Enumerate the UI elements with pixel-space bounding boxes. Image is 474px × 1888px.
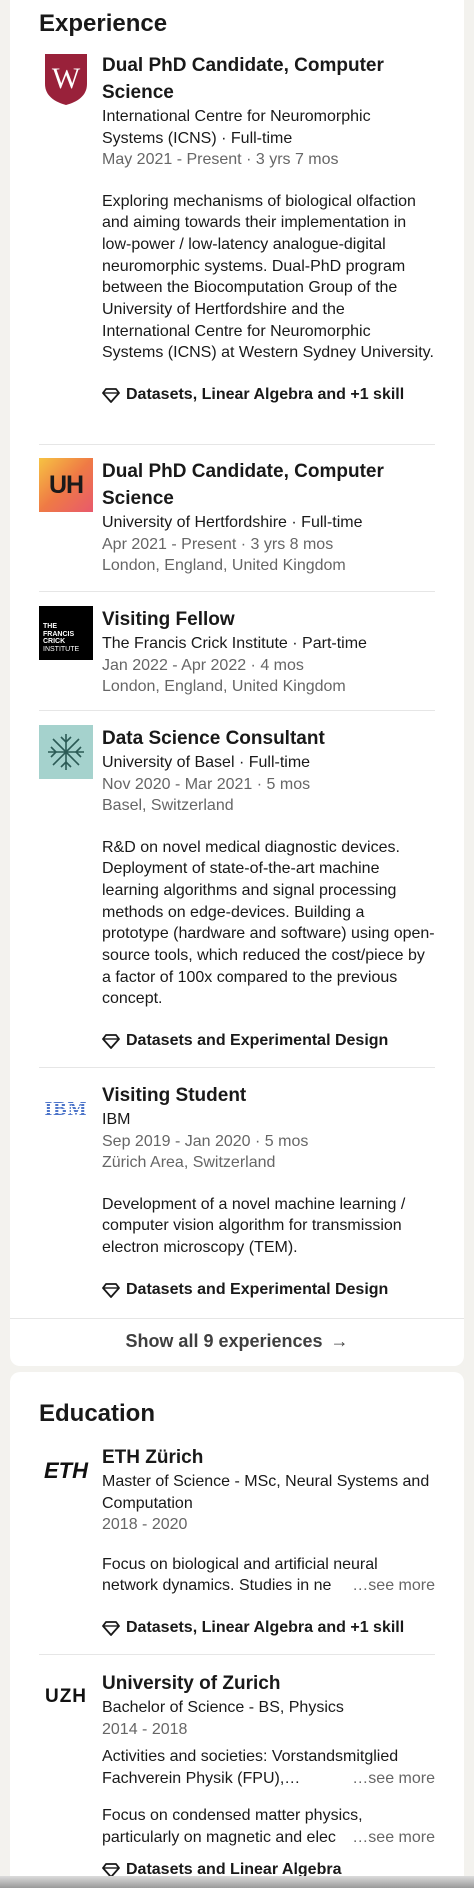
job-title[interactable]: Dual PhD Candidate, Computer Science — [102, 458, 435, 512]
ibm-logo[interactable]: IBM — [39, 1082, 93, 1136]
skills-label: Datasets and Experimental Design — [126, 1032, 389, 1050]
company-name: The Francis Crick Institute · Part-time — [102, 635, 367, 652]
skills-label: Datasets and Experimental Design — [126, 1280, 389, 1298]
job-title[interactable]: Dual PhD Candidate, Computer Science — [102, 52, 435, 106]
diamond-icon — [102, 1621, 120, 1636]
show-all-label: Show all 9 experiences — [125, 1331, 323, 1351]
company-name: International Centre for Neuromorphic Sy… — [102, 108, 371, 147]
job-location: London, England, United Kingdom — [102, 678, 346, 695]
job-dates: Jan 2022 - Apr 2022 · 4 mos — [102, 656, 304, 674]
education-heading: Education — [39, 1400, 156, 1427]
degree: Master of Science - MSc, Neural Systems … — [102, 1473, 430, 1512]
job-dates: Apr 2021 - Present · 3 yrs 8 mos — [102, 535, 334, 553]
arrow-right-icon: → — [330, 1331, 349, 1351]
education-dates: 2014 - 2018 — [102, 1720, 188, 1738]
education-description: Focus on biological and artificial neura… — [102, 1554, 435, 1597]
experience-heading: Experience — [39, 10, 168, 37]
education-card: Education ETH ETH Zürich Master of Scien… — [10, 1372, 464, 1888]
job-description: R&D on novel medical diagnostic devices.… — [102, 838, 435, 1008]
job-description: Development of a novel machine learning … — [102, 1195, 406, 1256]
school-name[interactable]: University of Zurich — [102, 1670, 435, 1697]
job-location: Basel, Switzerland — [102, 797, 234, 814]
university-of-zurich-logo[interactable]: UZH — [39, 1670, 93, 1724]
university-of-hertfordshire-logo[interactable]: UH — [39, 458, 93, 512]
see-more-button[interactable]: …see more — [348, 1767, 435, 1790]
see-more-button[interactable]: …see more — [348, 1575, 435, 1597]
company-name: University of Basel · Full-time — [102, 754, 311, 771]
job-title[interactable]: Visiting Fellow — [102, 606, 435, 633]
skills-link[interactable]: Datasets, Linear Algebra and +1 skill — [102, 1619, 435, 1637]
skills-link[interactable]: Datasets, Linear Algebra and +1 skill — [102, 386, 435, 404]
divider — [39, 1067, 435, 1068]
divider — [39, 710, 435, 711]
company-name: University of Hertfordshire · Full-time — [102, 514, 363, 531]
skills-label: Datasets, Linear Algebra and +1 skill — [126, 386, 405, 404]
snowflake-icon — [48, 734, 84, 770]
degree: Bachelor of Science - BS, Physics — [102, 1699, 344, 1716]
scroll-edge — [0, 1876, 474, 1888]
western-sydney-university-logo[interactable]: W — [39, 52, 93, 106]
job-dates: Sep 2019 - Jan 2020 · 5 mos — [102, 1132, 309, 1150]
job-dates: Nov 2020 - Mar 2021 · 5 mos — [102, 775, 311, 793]
francis-crick-institute-logo[interactable]: THE FRANCIS CRICK INSTITUTE — [39, 606, 93, 660]
education-dates: 2018 - 2020 — [102, 1516, 188, 1533]
see-more-button[interactable]: …see more — [348, 1827, 435, 1849]
university-of-basel-logo[interactable] — [39, 725, 93, 779]
skills-link[interactable]: Datasets and Experimental Design — [102, 1032, 435, 1050]
skills-label: Datasets, Linear Algebra and +1 skill — [126, 1618, 405, 1636]
company-name: IBM — [102, 1111, 131, 1128]
job-title[interactable]: Visiting Student — [102, 1082, 435, 1109]
svg-text:W: W — [52, 62, 81, 95]
divider — [39, 444, 435, 445]
job-location: Zürich Area, Switzerland — [102, 1154, 276, 1171]
diamond-icon — [102, 1282, 120, 1298]
education-description: Focus on condensed matter physics, parti… — [102, 1805, 435, 1849]
job-dates: May 2021 - Present · 3 yrs 7 mos — [102, 151, 339, 168]
diamond-icon — [102, 1034, 120, 1050]
eth-zurich-logo[interactable]: ETH — [39, 1444, 93, 1498]
activities-text: Activities and societies: Vorstandsmitgl… — [102, 1746, 435, 1790]
experience-card: Experience W Dual PhD Candidate, Compute… — [10, 0, 464, 1366]
school-name[interactable]: ETH Zürich — [102, 1444, 435, 1471]
job-title[interactable]: Data Science Consultant — [102, 725, 435, 752]
divider — [39, 1654, 435, 1655]
job-location: London, England, United Kingdom — [102, 557, 346, 574]
diamond-icon — [102, 388, 120, 404]
skills-link[interactable]: Datasets and Experimental Design — [102, 1281, 435, 1299]
divider — [39, 591, 435, 592]
job-description: Exploring mechanisms of biological olfac… — [102, 192, 434, 362]
show-all-experiences-button[interactable]: Show all 9 experiences → — [10, 1318, 464, 1364]
